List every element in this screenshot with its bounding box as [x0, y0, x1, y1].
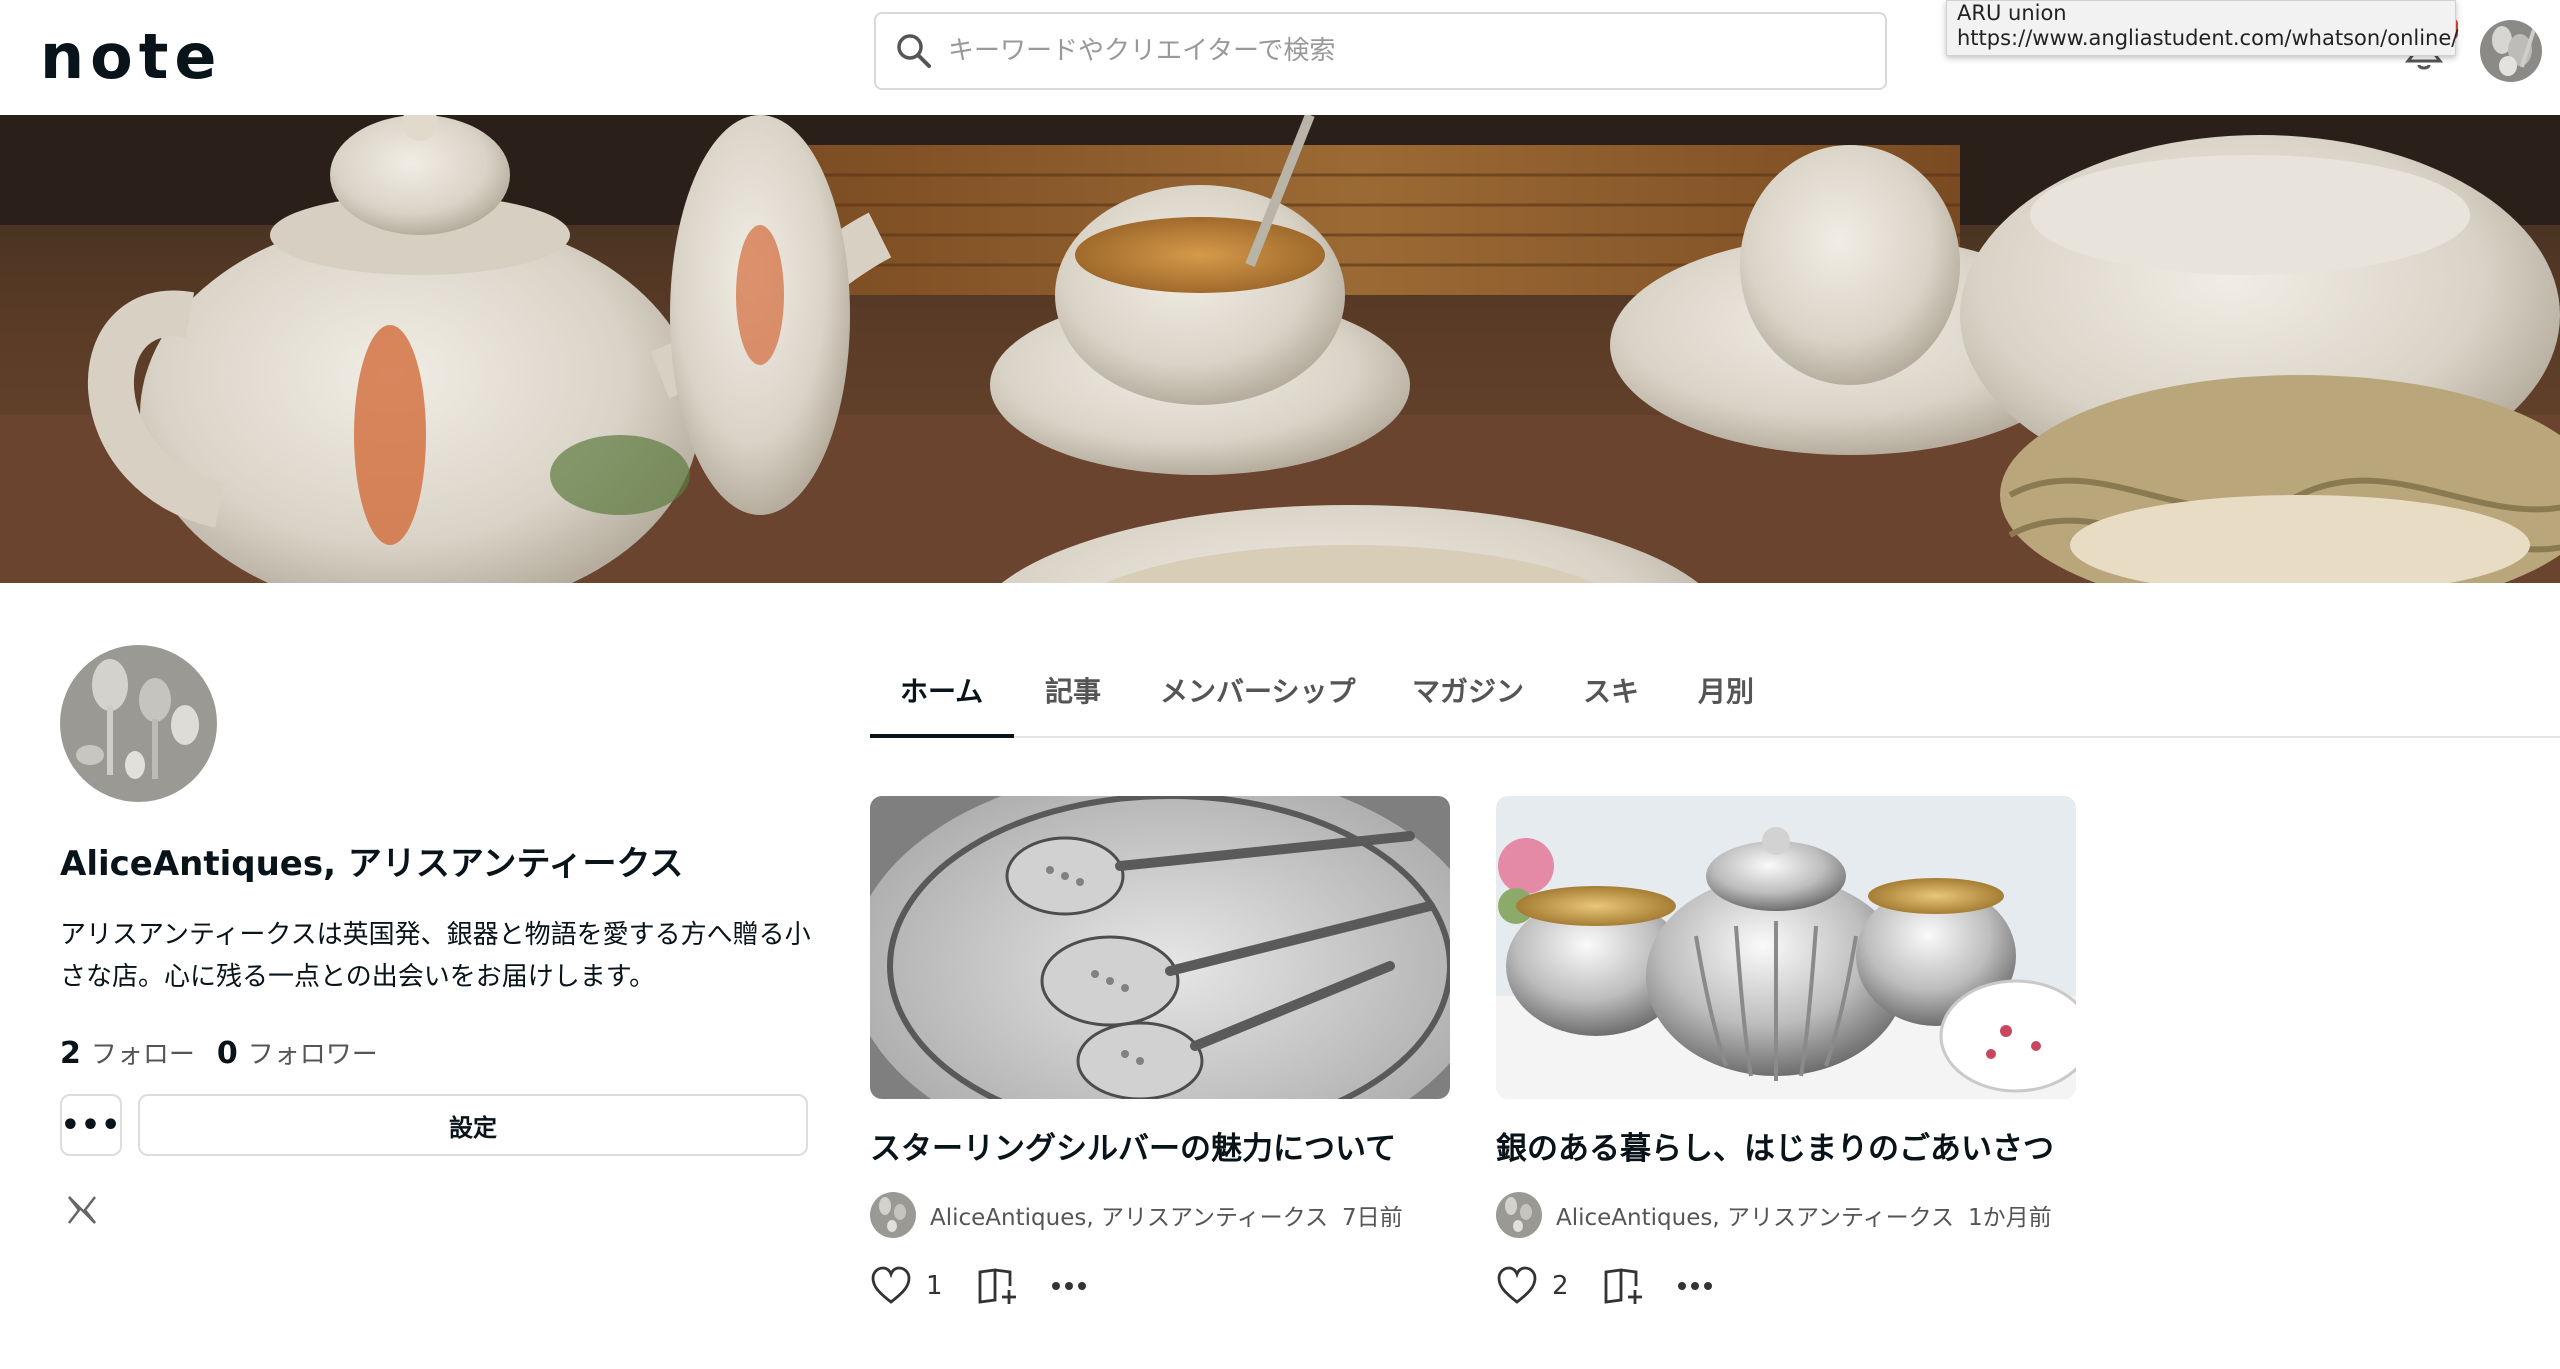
search-input[interactable] [948, 36, 1848, 66]
add-to-magazine-icon[interactable] [977, 1266, 1019, 1306]
article-card[interactable]: 銀のある暮らし、はじまりのごあいさつ AliceAntiques, アリスアンテ… [1496, 796, 2076, 1306]
article-card[interactable]: スターリングシルバーの魅力について AliceAntiques, アリスアンティ… [870, 796, 1450, 1306]
article-meta: AliceAntiques, アリスアンティークス 1か月前 [1496, 1192, 2076, 1238]
note-logo[interactable]: note [40, 26, 222, 88]
article-thumbnail[interactable] [1496, 796, 2076, 1099]
tab-home[interactable]: ホーム [900, 670, 983, 738]
like-count: 2 [1552, 1271, 1569, 1301]
article-actions: 1 [870, 1266, 1450, 1306]
follow-count[interactable]: 2 [60, 1036, 81, 1071]
author-name[interactable]: AliceAntiques, アリスアンティークス [930, 1198, 1328, 1232]
article-title[interactable]: 銀のある暮らし、はじまりのごあいさつ [1496, 1123, 2076, 1168]
more-icon[interactable] [1677, 1281, 1713, 1291]
follow-label[interactable]: フォロー [91, 1034, 195, 1071]
user-avatar[interactable] [2480, 20, 2542, 82]
x-twitter-icon[interactable] [66, 1194, 98, 1226]
article-date: 1か月前 [1967, 1205, 2052, 1231]
profile-name: AliceAntiques, アリスアンティークス [60, 844, 684, 884]
search-icon [897, 34, 931, 68]
tooltip-url: https://www.angliastudent.com/whatson/on… [1957, 26, 2459, 50]
site-header: note ARU union https://www.angliastudent… [0, 0, 2560, 115]
follower-label[interactable]: フォロワー [248, 1034, 378, 1071]
author-name[interactable]: AliceAntiques, アリスアンティークス [1556, 1198, 1954, 1232]
article-date: 7日前 [1341, 1205, 1403, 1231]
profile-avatar [60, 645, 217, 802]
heart-icon[interactable] [870, 1266, 912, 1306]
profile-tabs: ホーム 記事 メンバーシップ マガジン スキ 月別 [870, 650, 2560, 738]
author-avatar[interactable] [870, 1192, 916, 1238]
more-options-button[interactable]: ••• [60, 1094, 122, 1156]
active-tab-indicator [870, 734, 1014, 738]
add-to-magazine-icon[interactable] [1603, 1266, 1645, 1306]
like-count: 1 [926, 1271, 943, 1301]
tab-membership[interactable]: メンバーシップ [1160, 670, 1355, 738]
follow-stats: 2 フォロー 0 フォロワー [60, 1034, 390, 1071]
profile-bio: アリスアンティークスは英国発、銀器と物語を愛する方へ贈る小さな店。心に残る一点と… [60, 920, 811, 992]
author-avatar[interactable] [1496, 1192, 1542, 1238]
profile-header-image [0, 115, 2560, 583]
heart-icon[interactable] [1496, 1266, 1538, 1306]
url-tooltip: ARU union https://www.angliastudent.com/… [1946, 0, 2459, 56]
search-box[interactable] [874, 12, 1887, 90]
article-thumbnail[interactable] [870, 796, 1450, 1099]
tab-likes[interactable]: スキ [1583, 670, 1639, 738]
article-actions: 2 [1496, 1266, 2076, 1306]
article-title[interactable]: スターリングシルバーの魅力について [870, 1123, 1450, 1168]
follower-count[interactable]: 0 [217, 1036, 238, 1071]
tab-monthly[interactable]: 月別 [1698, 670, 1754, 738]
tab-articles[interactable]: 記事 [1045, 670, 1101, 738]
tab-magazine[interactable]: マガジン [1412, 670, 1524, 738]
more-icon[interactable] [1051, 1281, 1087, 1291]
tooltip-title: ARU union [1957, 1, 2067, 25]
settings-button[interactable]: 設定 [138, 1094, 808, 1156]
article-meta: AliceAntiques, アリスアンティークス 7日前 [870, 1192, 1450, 1238]
